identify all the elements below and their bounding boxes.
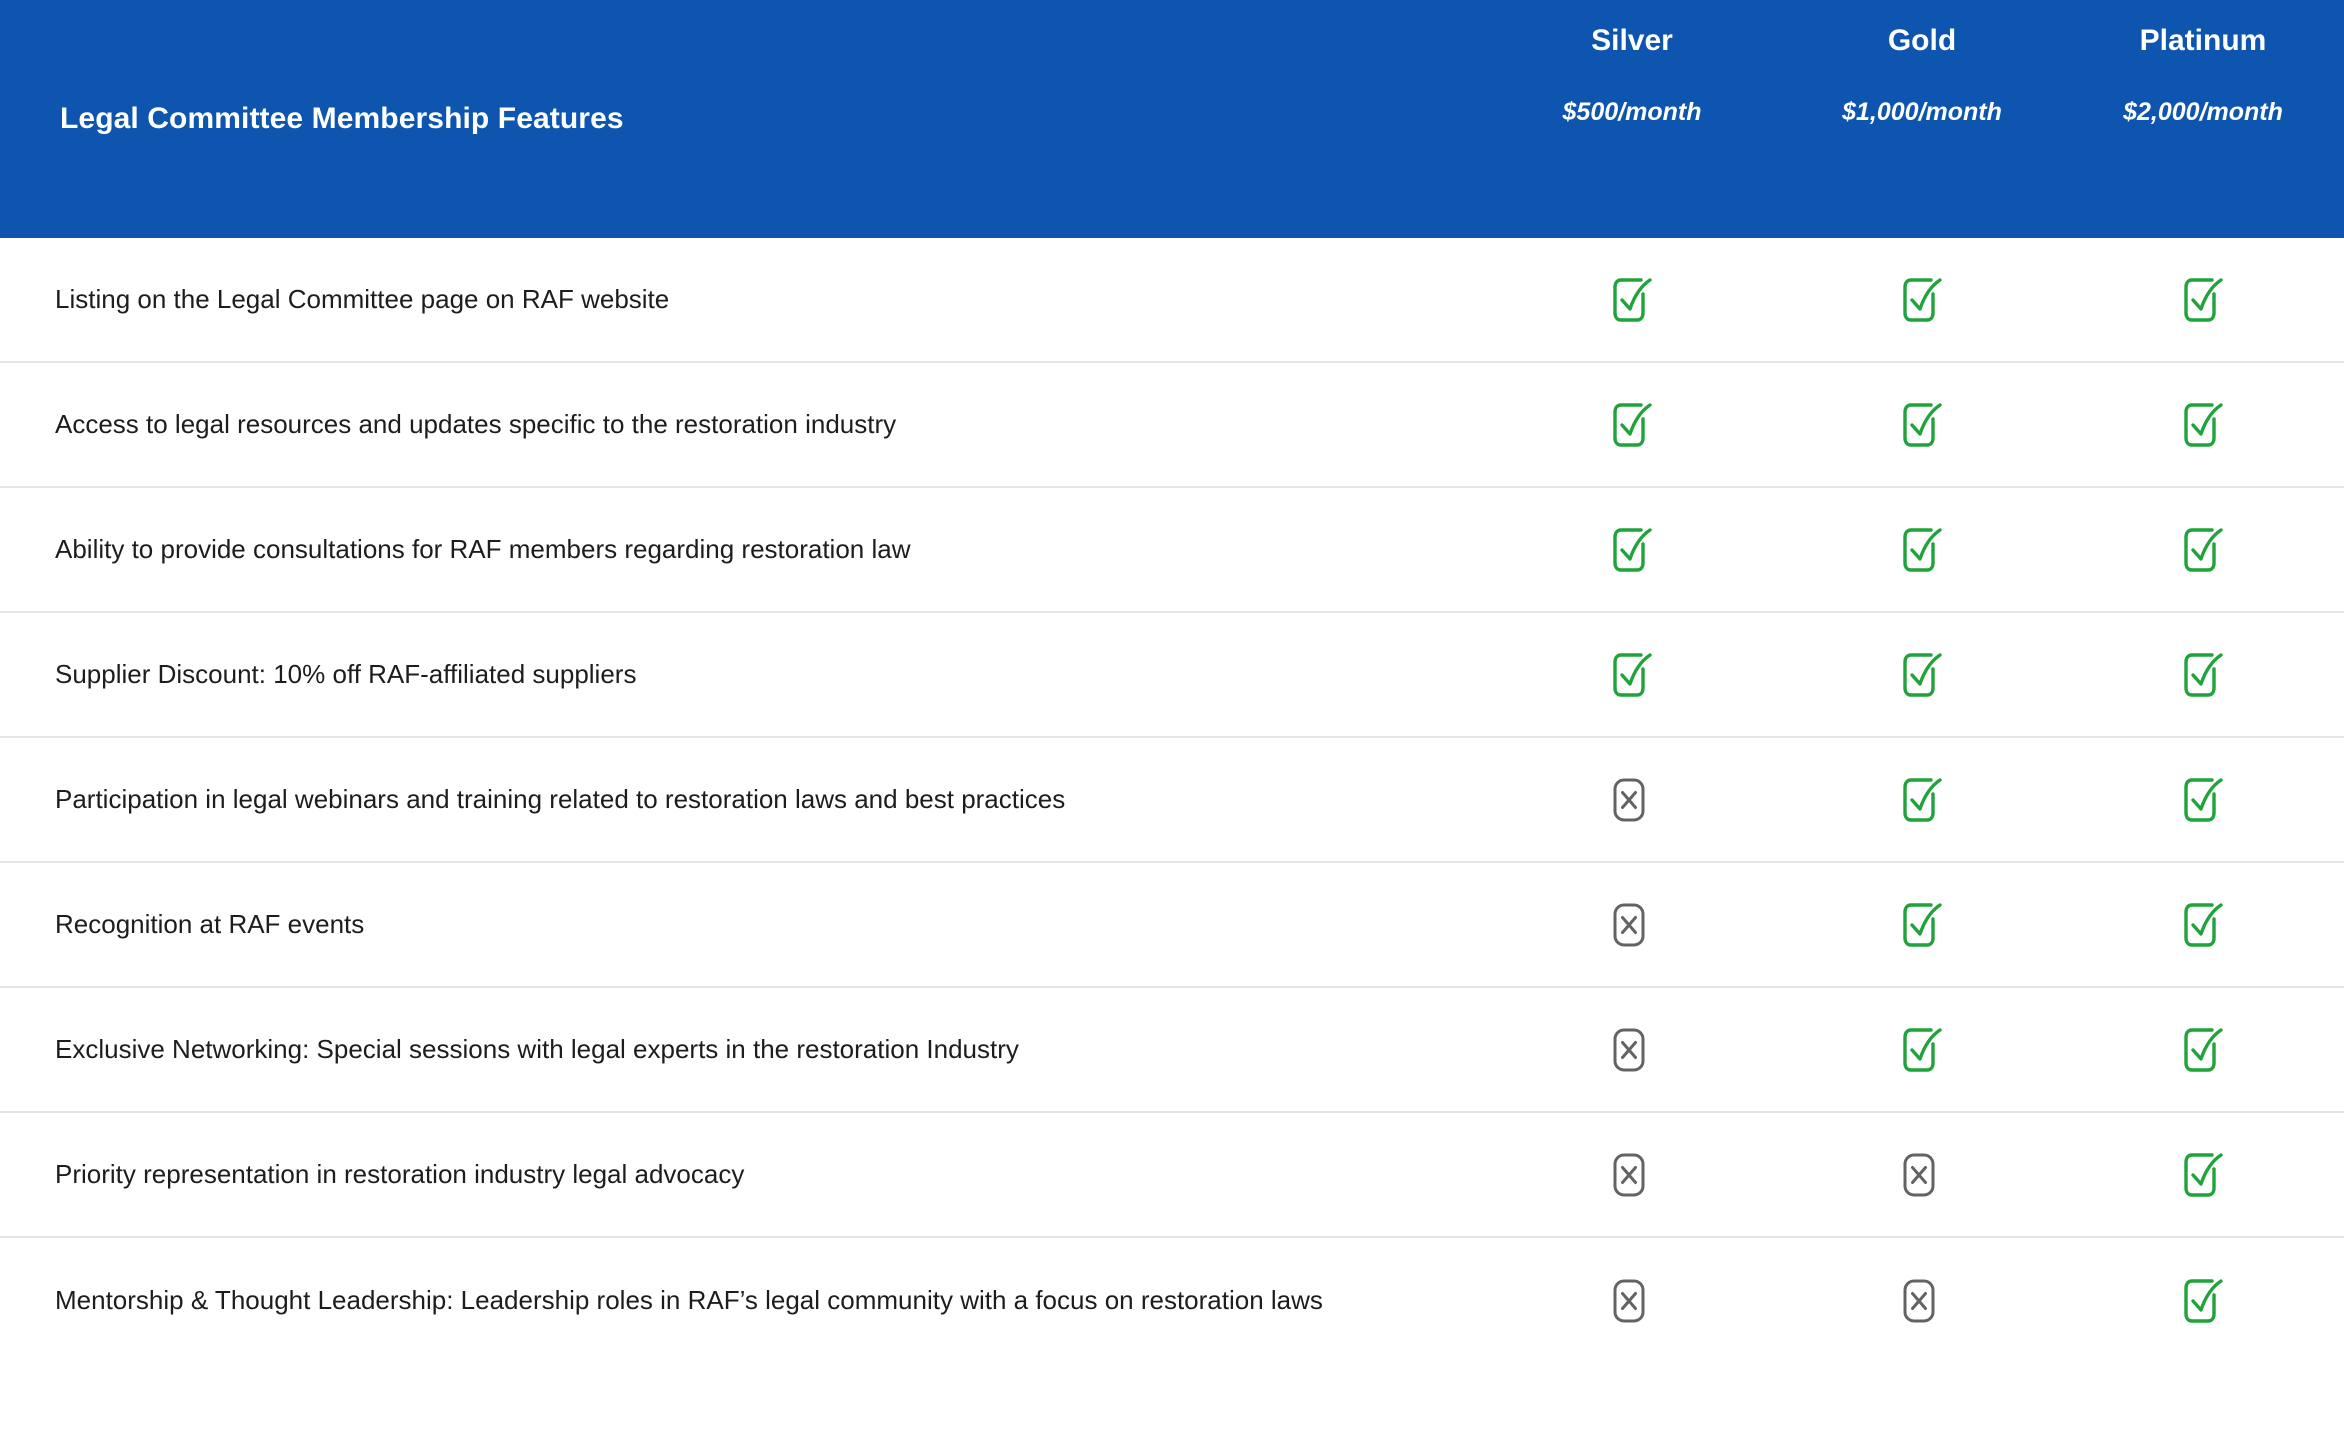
check-square-icon [1899, 649, 1945, 701]
feature-label: Access to legal resources and updates sp… [55, 408, 897, 439]
check-square-icon [1609, 274, 1655, 326]
feature-value-cell-platinum [2062, 1238, 2344, 1363]
feature-value-cell-gold [1782, 488, 2062, 611]
check-square-icon [1899, 524, 1945, 576]
feature-value-cell-silver [1482, 738, 1782, 861]
check-square-icon [1609, 524, 1655, 576]
feature-label-cell: Participation in legal webinars and trai… [0, 738, 1482, 861]
check-square-icon [2180, 649, 2226, 701]
feature-label-cell: Recognition at RAF events [0, 863, 1482, 986]
feature-value-cell-silver [1482, 863, 1782, 986]
x-square-icon [1899, 1149, 1945, 1201]
feature-value-cell-silver [1482, 363, 1782, 486]
feature-label: Recognition at RAF events [55, 908, 365, 939]
feature-label: Priority representation in restoration i… [55, 1158, 745, 1189]
feature-label: Exclusive Networking: Special sessions w… [55, 1033, 1019, 1064]
check-square-icon [1609, 399, 1655, 451]
feature-label: Participation in legal webinars and trai… [55, 783, 1066, 814]
x-square-icon [1609, 1275, 1655, 1327]
feature-value-cell-silver [1482, 1238, 1782, 1363]
feature-value-cell-platinum [2062, 363, 2344, 486]
check-square-icon [1899, 399, 1945, 451]
check-square-icon [1899, 899, 1945, 951]
header-title-cell: Legal Committee Membership Features [0, 0, 1482, 238]
table-row: Access to legal resources and updates sp… [0, 363, 2344, 488]
table-row: Recognition at RAF events [0, 863, 2344, 988]
page-title: Legal Committee Membership Features [60, 102, 624, 136]
x-square-icon [1609, 899, 1655, 951]
feature-label-cell: Access to legal resources and updates sp… [0, 363, 1482, 486]
feature-value-cell-silver [1482, 238, 1782, 361]
check-square-icon [1899, 1024, 1945, 1076]
table-row: Supplier Discount: 10% off RAF-affiliate… [0, 613, 2344, 738]
check-square-icon [2180, 1149, 2226, 1201]
feature-label-cell: Listing on the Legal Committee page on R… [0, 238, 1482, 361]
check-square-icon [1899, 274, 1945, 326]
feature-value-cell-silver [1482, 613, 1782, 736]
table-row: Participation in legal webinars and trai… [0, 738, 2344, 863]
x-square-icon [1609, 1149, 1655, 1201]
table-row: Mentorship & Thought Leadership: Leaders… [0, 1238, 2344, 1363]
table-row: Priority representation in restoration i… [0, 1113, 2344, 1238]
tier-price-gold: $1,000/month [1842, 98, 2002, 126]
table-body: Listing on the Legal Committee page on R… [0, 238, 2344, 1440]
feature-value-cell-gold [1782, 738, 2062, 861]
feature-value-cell-platinum [2062, 988, 2344, 1111]
check-square-icon [2180, 274, 2226, 326]
feature-label-cell: Ability to provide consultations for RAF… [0, 488, 1482, 611]
feature-value-cell-gold [1782, 988, 2062, 1111]
check-square-icon [1609, 649, 1655, 701]
check-square-icon [2180, 899, 2226, 951]
x-square-icon [1609, 774, 1655, 826]
table-row: Exclusive Networking: Special sessions w… [0, 988, 2344, 1113]
check-square-icon [2180, 1024, 2226, 1076]
tier-price-silver: $500/month [1562, 98, 1702, 126]
feature-value-cell-gold [1782, 613, 2062, 736]
feature-value-cell-gold [1782, 1238, 2062, 1363]
feature-value-cell-gold [1782, 1113, 2062, 1236]
feature-value-cell-platinum [2062, 738, 2344, 861]
feature-value-cell-platinum [2062, 238, 2344, 361]
feature-value-cell-silver [1482, 988, 1782, 1111]
feature-label: Supplier Discount: 10% off RAF-affiliate… [55, 658, 637, 689]
feature-label-cell: Supplier Discount: 10% off RAF-affiliate… [0, 613, 1482, 736]
check-square-icon [2180, 1275, 2226, 1327]
feature-value-cell-silver [1482, 1113, 1782, 1236]
feature-value-cell-platinum [2062, 1113, 2344, 1236]
column-header-silver: Silver $500/month [1482, 0, 1782, 238]
membership-pricing-table: Legal Committee Membership Features Silv… [0, 0, 2344, 1440]
feature-label: Mentorship & Thought Leadership: Leaders… [55, 1284, 1323, 1315]
tier-price-platinum: $2,000/month [2123, 98, 2283, 126]
table-header: Legal Committee Membership Features Silv… [0, 0, 2344, 238]
tier-name-silver: Silver [1591, 24, 1673, 57]
feature-label-cell: Mentorship & Thought Leadership: Leaders… [0, 1238, 1482, 1363]
feature-value-cell-gold [1782, 863, 2062, 986]
check-square-icon [2180, 399, 2226, 451]
table-row: Listing on the Legal Committee page on R… [0, 238, 2344, 363]
feature-value-cell-platinum [2062, 488, 2344, 611]
feature-value-cell-gold [1782, 238, 2062, 361]
x-square-icon [1899, 1275, 1945, 1327]
tier-name-gold: Gold [1887, 24, 1957, 57]
feature-value-cell-platinum [2062, 863, 2344, 986]
feature-label: Ability to provide consultations for RAF… [55, 533, 911, 564]
x-square-icon [1609, 1024, 1655, 1076]
feature-label: Listing on the Legal Committee page on R… [55, 283, 670, 314]
check-square-icon [2180, 774, 2226, 826]
check-square-icon [2180, 524, 2226, 576]
table-row: Ability to provide consultations for RAF… [0, 488, 2344, 613]
column-header-platinum: Platinum $2,000/month [2062, 0, 2344, 238]
feature-value-cell-platinum [2062, 613, 2344, 736]
feature-label-cell: Exclusive Networking: Special sessions w… [0, 988, 1482, 1111]
tier-name-platinum: Platinum [2139, 24, 2267, 57]
check-square-icon [1899, 774, 1945, 826]
feature-label-cell: Priority representation in restoration i… [0, 1113, 1482, 1236]
column-header-gold: Gold $1,000/month [1782, 0, 2062, 238]
feature-value-cell-gold [1782, 363, 2062, 486]
feature-value-cell-silver [1482, 488, 1782, 611]
